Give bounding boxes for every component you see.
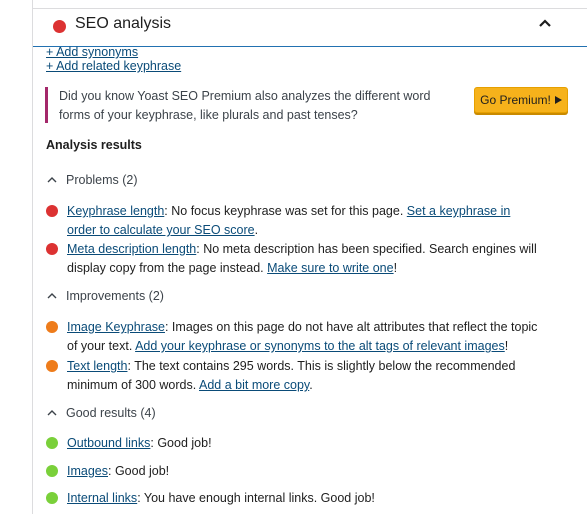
meta-description-length-link[interactable]: Meta description length: [67, 242, 196, 256]
result-text: : No focus keyphrase was set for this pa…: [164, 204, 407, 218]
good-bullet-icon: [46, 492, 58, 504]
upsell-text: Did you know Yoast SEO Premium also anal…: [59, 89, 431, 122]
outbound-links-link[interactable]: Outbound links: [67, 436, 150, 450]
result-tail: .: [254, 223, 259, 237]
result-text: : You have enough internal links. Good j…: [137, 491, 375, 505]
problems-toggle[interactable]: Problems (2): [46, 173, 138, 187]
improvement-bullet-icon: [46, 321, 58, 333]
result-text: : Good job!: [108, 464, 170, 478]
result-tail: !: [393, 261, 398, 275]
chevron-up-icon[interactable]: [536, 15, 554, 33]
problem-bullet-icon: [46, 243, 58, 255]
good-bullet-icon: [46, 465, 58, 477]
problems-label: Problems (2): [66, 173, 138, 187]
result-tail: .: [309, 378, 313, 392]
triangle-right-icon: [554, 96, 562, 104]
good-bullet-icon: [46, 437, 58, 449]
add-more-copy-link[interactable]: Add a bit more copy: [199, 378, 309, 392]
seo-analysis-panel: SEO analysis + Add synonyms + Add relate…: [32, 0, 587, 514]
write-meta-description-link[interactable]: Make sure to write one: [267, 261, 393, 275]
add-synonyms-link[interactable]: + Add synonyms: [46, 45, 138, 59]
add-keyphrase-alt-tags-link[interactable]: Add your keyphrase or synonyms to the al…: [135, 339, 505, 353]
problem-bullet-icon: [46, 205, 58, 217]
good-results-toggle[interactable]: Good results (4): [46, 406, 156, 420]
good-results-label: Good results (4): [66, 406, 156, 420]
chevron-up-icon: [47, 410, 57, 416]
seo-analysis-header[interactable]: SEO analysis: [33, 8, 587, 47]
images-link[interactable]: Images: [67, 464, 108, 478]
result-tail: !: [504, 339, 509, 353]
seo-status-dot-icon: [53, 20, 66, 33]
internal-links-link[interactable]: Internal links: [67, 491, 137, 505]
improvements-toggle[interactable]: Improvements (2): [46, 289, 164, 303]
add-related-keyphrase-link[interactable]: + Add related keyphrase: [46, 59, 181, 73]
improvements-label: Improvements (2): [66, 289, 164, 303]
chevron-up-icon: [47, 177, 57, 183]
go-premium-button[interactable]: Go Premium!: [474, 87, 568, 113]
result-text: : Good job!: [150, 436, 212, 450]
improvement-bullet-icon: [46, 360, 58, 372]
premium-upsell: Did you know Yoast SEO Premium also anal…: [45, 87, 568, 123]
image-keyphrase-link[interactable]: Image Keyphrase: [67, 320, 165, 334]
go-premium-label: Go Premium!: [480, 93, 551, 107]
text-length-link[interactable]: Text length: [67, 359, 127, 373]
analysis-results-heading: Analysis results: [46, 138, 142, 152]
keyphrase-length-link[interactable]: Keyphrase length: [67, 204, 164, 218]
chevron-up-icon: [47, 293, 57, 299]
seo-analysis-title: SEO analysis: [75, 15, 172, 32]
